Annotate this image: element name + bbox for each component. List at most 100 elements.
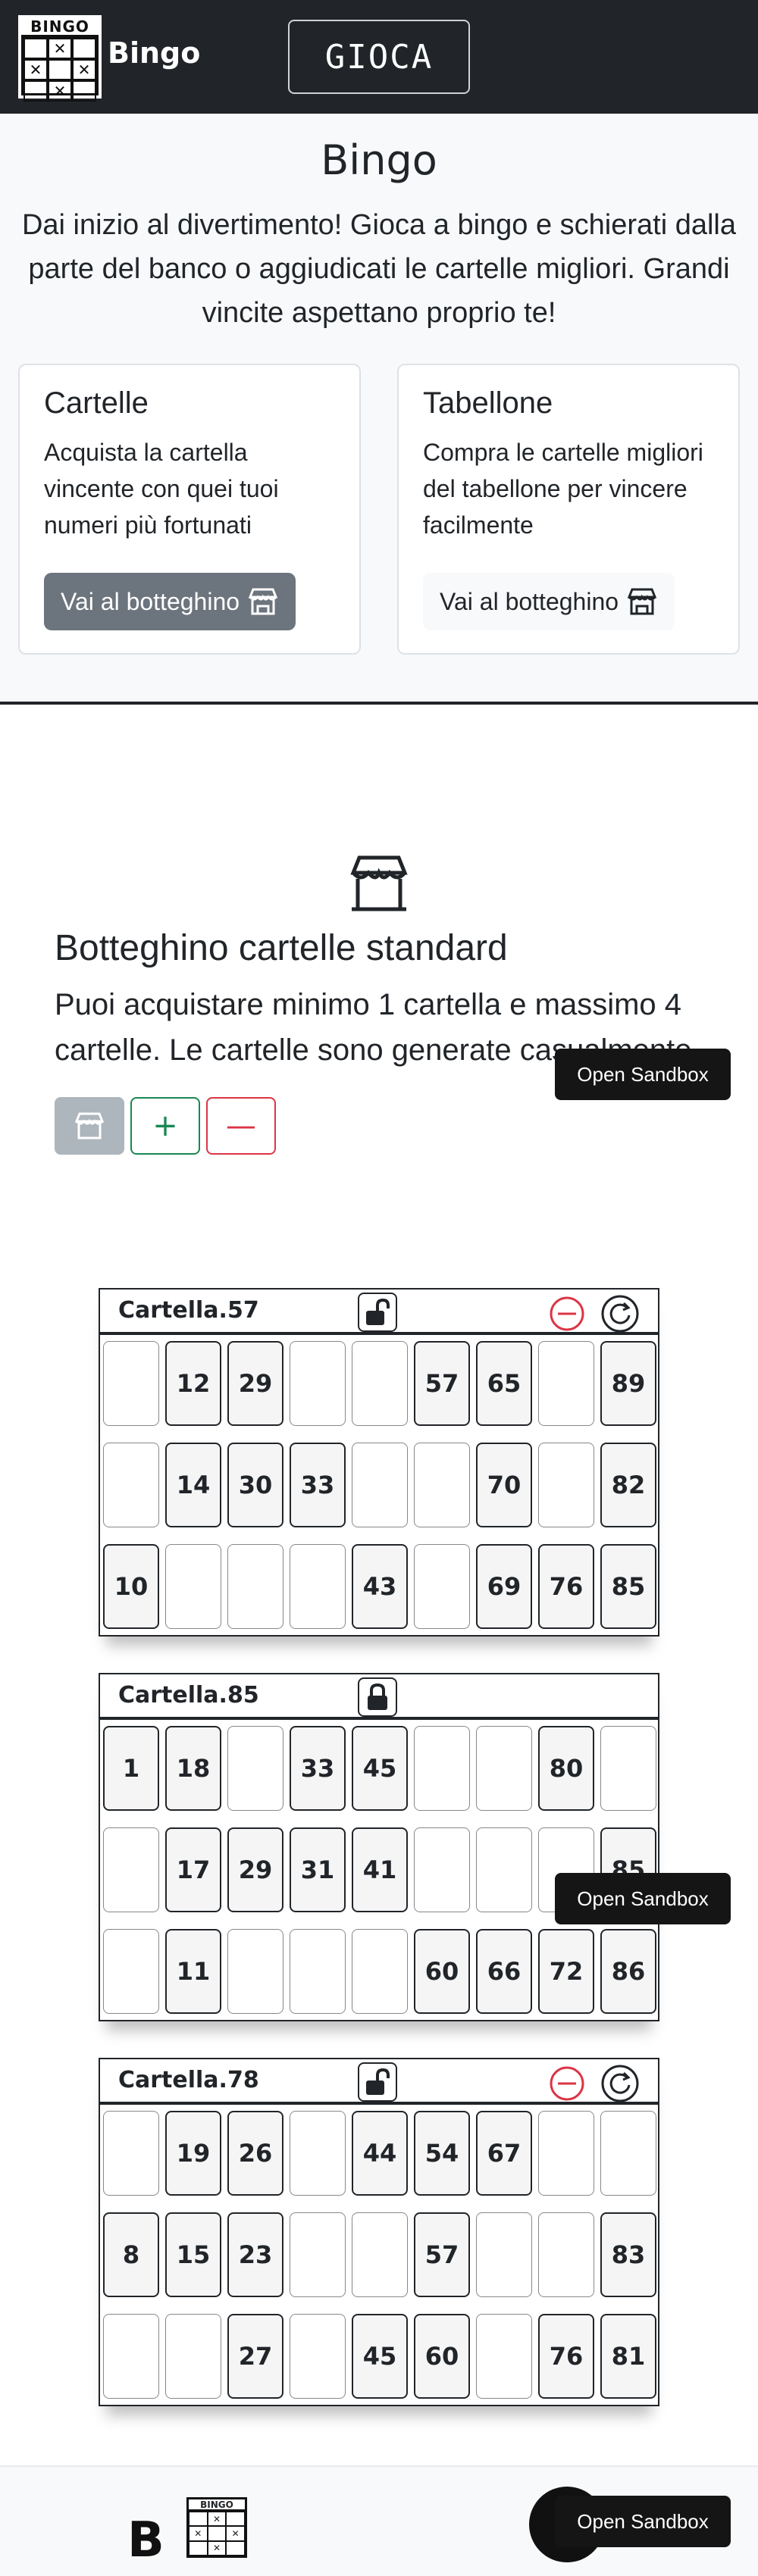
ticket-cell-empty[interactable]: [414, 1443, 470, 1527]
ticket-cell-number[interactable]: 83: [600, 2212, 656, 2297]
ticket-cell-empty[interactable]: [538, 2212, 594, 2297]
ticket-cell-number[interactable]: 66: [476, 1929, 532, 2014]
ticket-cell-empty[interactable]: [227, 1544, 283, 1629]
ticket-cell-number[interactable]: 17: [165, 1827, 221, 1912]
ticket-cell-empty[interactable]: [165, 1544, 221, 1629]
ticket-cell-number[interactable]: 44: [352, 2111, 408, 2196]
lock-closed-icon[interactable]: [358, 1677, 397, 1717]
ticket-cell-empty[interactable]: [538, 2111, 594, 2196]
ticket-cell-number[interactable]: 89: [600, 1341, 656, 1426]
add-ticket-button[interactable]: +: [130, 1097, 200, 1155]
ticket-cell-empty[interactable]: [103, 2314, 159, 2399]
ticket-cell-empty[interactable]: [290, 1341, 346, 1426]
ticket-cell-number[interactable]: 33: [290, 1443, 346, 1527]
ticket-cell-number[interactable]: 80: [538, 1726, 594, 1811]
ticket-cell-number[interactable]: 12: [165, 1341, 221, 1426]
ticket-cell-empty[interactable]: [538, 1443, 594, 1527]
buy-button[interactable]: [55, 1097, 124, 1155]
ticket-cell-empty[interactable]: [414, 1827, 470, 1912]
hero-lead: Dai inizio al divertimento! Gioca a bing…: [21, 209, 737, 329]
ticket-cell-number[interactable]: 70: [476, 1443, 532, 1527]
ticket-cell-number[interactable]: 57: [414, 2212, 470, 2297]
ticket-cell-number[interactable]: 65: [476, 1341, 532, 1426]
ticket-header: Cartella.78: [100, 2059, 658, 2105]
ticket-cell-number[interactable]: 86: [600, 1929, 656, 2014]
remove-ticket-icon[interactable]: [549, 1296, 585, 1332]
ticket-cell-number[interactable]: 8: [103, 2212, 159, 2297]
ticket-cell-number[interactable]: 27: [227, 2314, 283, 2399]
ticket-cell-number[interactable]: 81: [600, 2314, 656, 2399]
ticket-cell-empty[interactable]: [290, 2212, 346, 2297]
ticket-cell-empty[interactable]: [476, 2212, 532, 2297]
ticket-cell-number[interactable]: 11: [165, 1929, 221, 2014]
ticket-cell-number[interactable]: 10: [103, 1544, 159, 1629]
ticket-cell-number[interactable]: 14: [165, 1443, 221, 1527]
refresh-ticket-icon[interactable]: [600, 2064, 640, 2103]
ticket-cell-empty[interactable]: [103, 1929, 159, 2014]
ticket-cell-number[interactable]: 82: [600, 1443, 656, 1527]
ticket-cell-number[interactable]: 1: [103, 1726, 159, 1811]
lock-open-icon[interactable]: [358, 2062, 397, 2102]
ticket-cell-empty[interactable]: [414, 1726, 470, 1811]
ticket-cell-number[interactable]: 60: [414, 2314, 470, 2399]
ticket-cell-empty[interactable]: [103, 1341, 159, 1426]
ticket-cell-number[interactable]: 85: [600, 1544, 656, 1629]
remove-ticket-icon[interactable]: [549, 2065, 585, 2102]
ticket-cell-empty[interactable]: [165, 2314, 221, 2399]
bingo-logo-icon[interactable]: BINGO ✕ ✕ ✕ ✕: [18, 15, 102, 102]
shop-buttons: + —: [55, 1097, 276, 1155]
ticket-cell-empty[interactable]: [103, 1443, 159, 1527]
ticket-cell-number[interactable]: 31: [290, 1827, 346, 1912]
ticket-cell-number[interactable]: 29: [227, 1341, 283, 1426]
ticket-cell-empty[interactable]: [600, 2111, 656, 2196]
ticket-cell-number[interactable]: 43: [352, 1544, 408, 1629]
remove-ticket-button[interactable]: —: [206, 1097, 276, 1155]
ticket-cell-empty[interactable]: [476, 2314, 532, 2399]
ticket-cell-number[interactable]: 41: [352, 1827, 408, 1912]
ticket-cell-empty[interactable]: [352, 1443, 408, 1527]
ticket-cell-number[interactable]: 29: [227, 1827, 283, 1912]
ticket-cell-number[interactable]: 54: [414, 2111, 470, 2196]
ticket-cell-empty[interactable]: [414, 1544, 470, 1629]
ticket-cell-number[interactable]: 33: [290, 1726, 346, 1811]
ticket-cell-number[interactable]: 18: [165, 1726, 221, 1811]
ticket-cell-number[interactable]: 45: [352, 1726, 408, 1811]
ticket-cell-empty[interactable]: [476, 1726, 532, 1811]
lock-open-icon[interactable]: [358, 1293, 397, 1332]
ticket-cell-empty[interactable]: [352, 1341, 408, 1426]
ticket-cell-number[interactable]: 19: [165, 2111, 221, 2196]
ticket-cell-number[interactable]: 45: [352, 2314, 408, 2399]
open-sandbox-button[interactable]: Open Sandbox: [555, 2496, 731, 2547]
ticket-cell-empty[interactable]: [290, 2314, 346, 2399]
ticket-cell-number[interactable]: 57: [414, 1341, 470, 1426]
ticket-cell-number[interactable]: 23: [227, 2212, 283, 2297]
ticket-cell-empty[interactable]: [290, 1929, 346, 2014]
ticket-cell-empty[interactable]: [290, 1544, 346, 1629]
go-to-shop-button[interactable]: Vai al botteghino: [44, 573, 296, 630]
ticket-cell-empty[interactable]: [103, 1827, 159, 1912]
ticket-cell-number[interactable]: 67: [476, 2111, 532, 2196]
ticket-cell-empty[interactable]: [103, 2111, 159, 2196]
ticket-cell-number[interactable]: 26: [227, 2111, 283, 2196]
ticket-cell-number[interactable]: 15: [165, 2212, 221, 2297]
open-sandbox-button[interactable]: Open Sandbox: [555, 1873, 731, 1924]
play-button[interactable]: GIOCA: [288, 20, 470, 94]
ticket-cell-number[interactable]: 76: [538, 2314, 594, 2399]
ticket-cell-number[interactable]: 76: [538, 1544, 594, 1629]
ticket-cell-empty[interactable]: [352, 2212, 408, 2297]
open-sandbox-button[interactable]: Open Sandbox: [555, 1049, 731, 1100]
ticket-cell-number[interactable]: 60: [414, 1929, 470, 2014]
ticket-cell-empty[interactable]: [600, 1726, 656, 1811]
ticket-cell-empty[interactable]: [538, 1341, 594, 1426]
ticket-cell-empty[interactable]: [290, 2111, 346, 2196]
go-to-shop-button[interactable]: Vai al botteghino: [423, 573, 675, 630]
ticket-cell-number[interactable]: 30: [227, 1443, 283, 1527]
ticket-cell-empty[interactable]: [227, 1929, 283, 2014]
refresh-ticket-icon[interactable]: [600, 1294, 640, 1333]
ticket-cell-empty[interactable]: [227, 1726, 283, 1811]
ticket-cell-empty[interactable]: [352, 1929, 408, 2014]
ticket-cell-empty[interactable]: [476, 1827, 532, 1912]
ticket-cell-number[interactable]: 69: [476, 1544, 532, 1629]
brand-name[interactable]: Bingo: [108, 36, 200, 70]
ticket-cell-number[interactable]: 72: [538, 1929, 594, 2014]
